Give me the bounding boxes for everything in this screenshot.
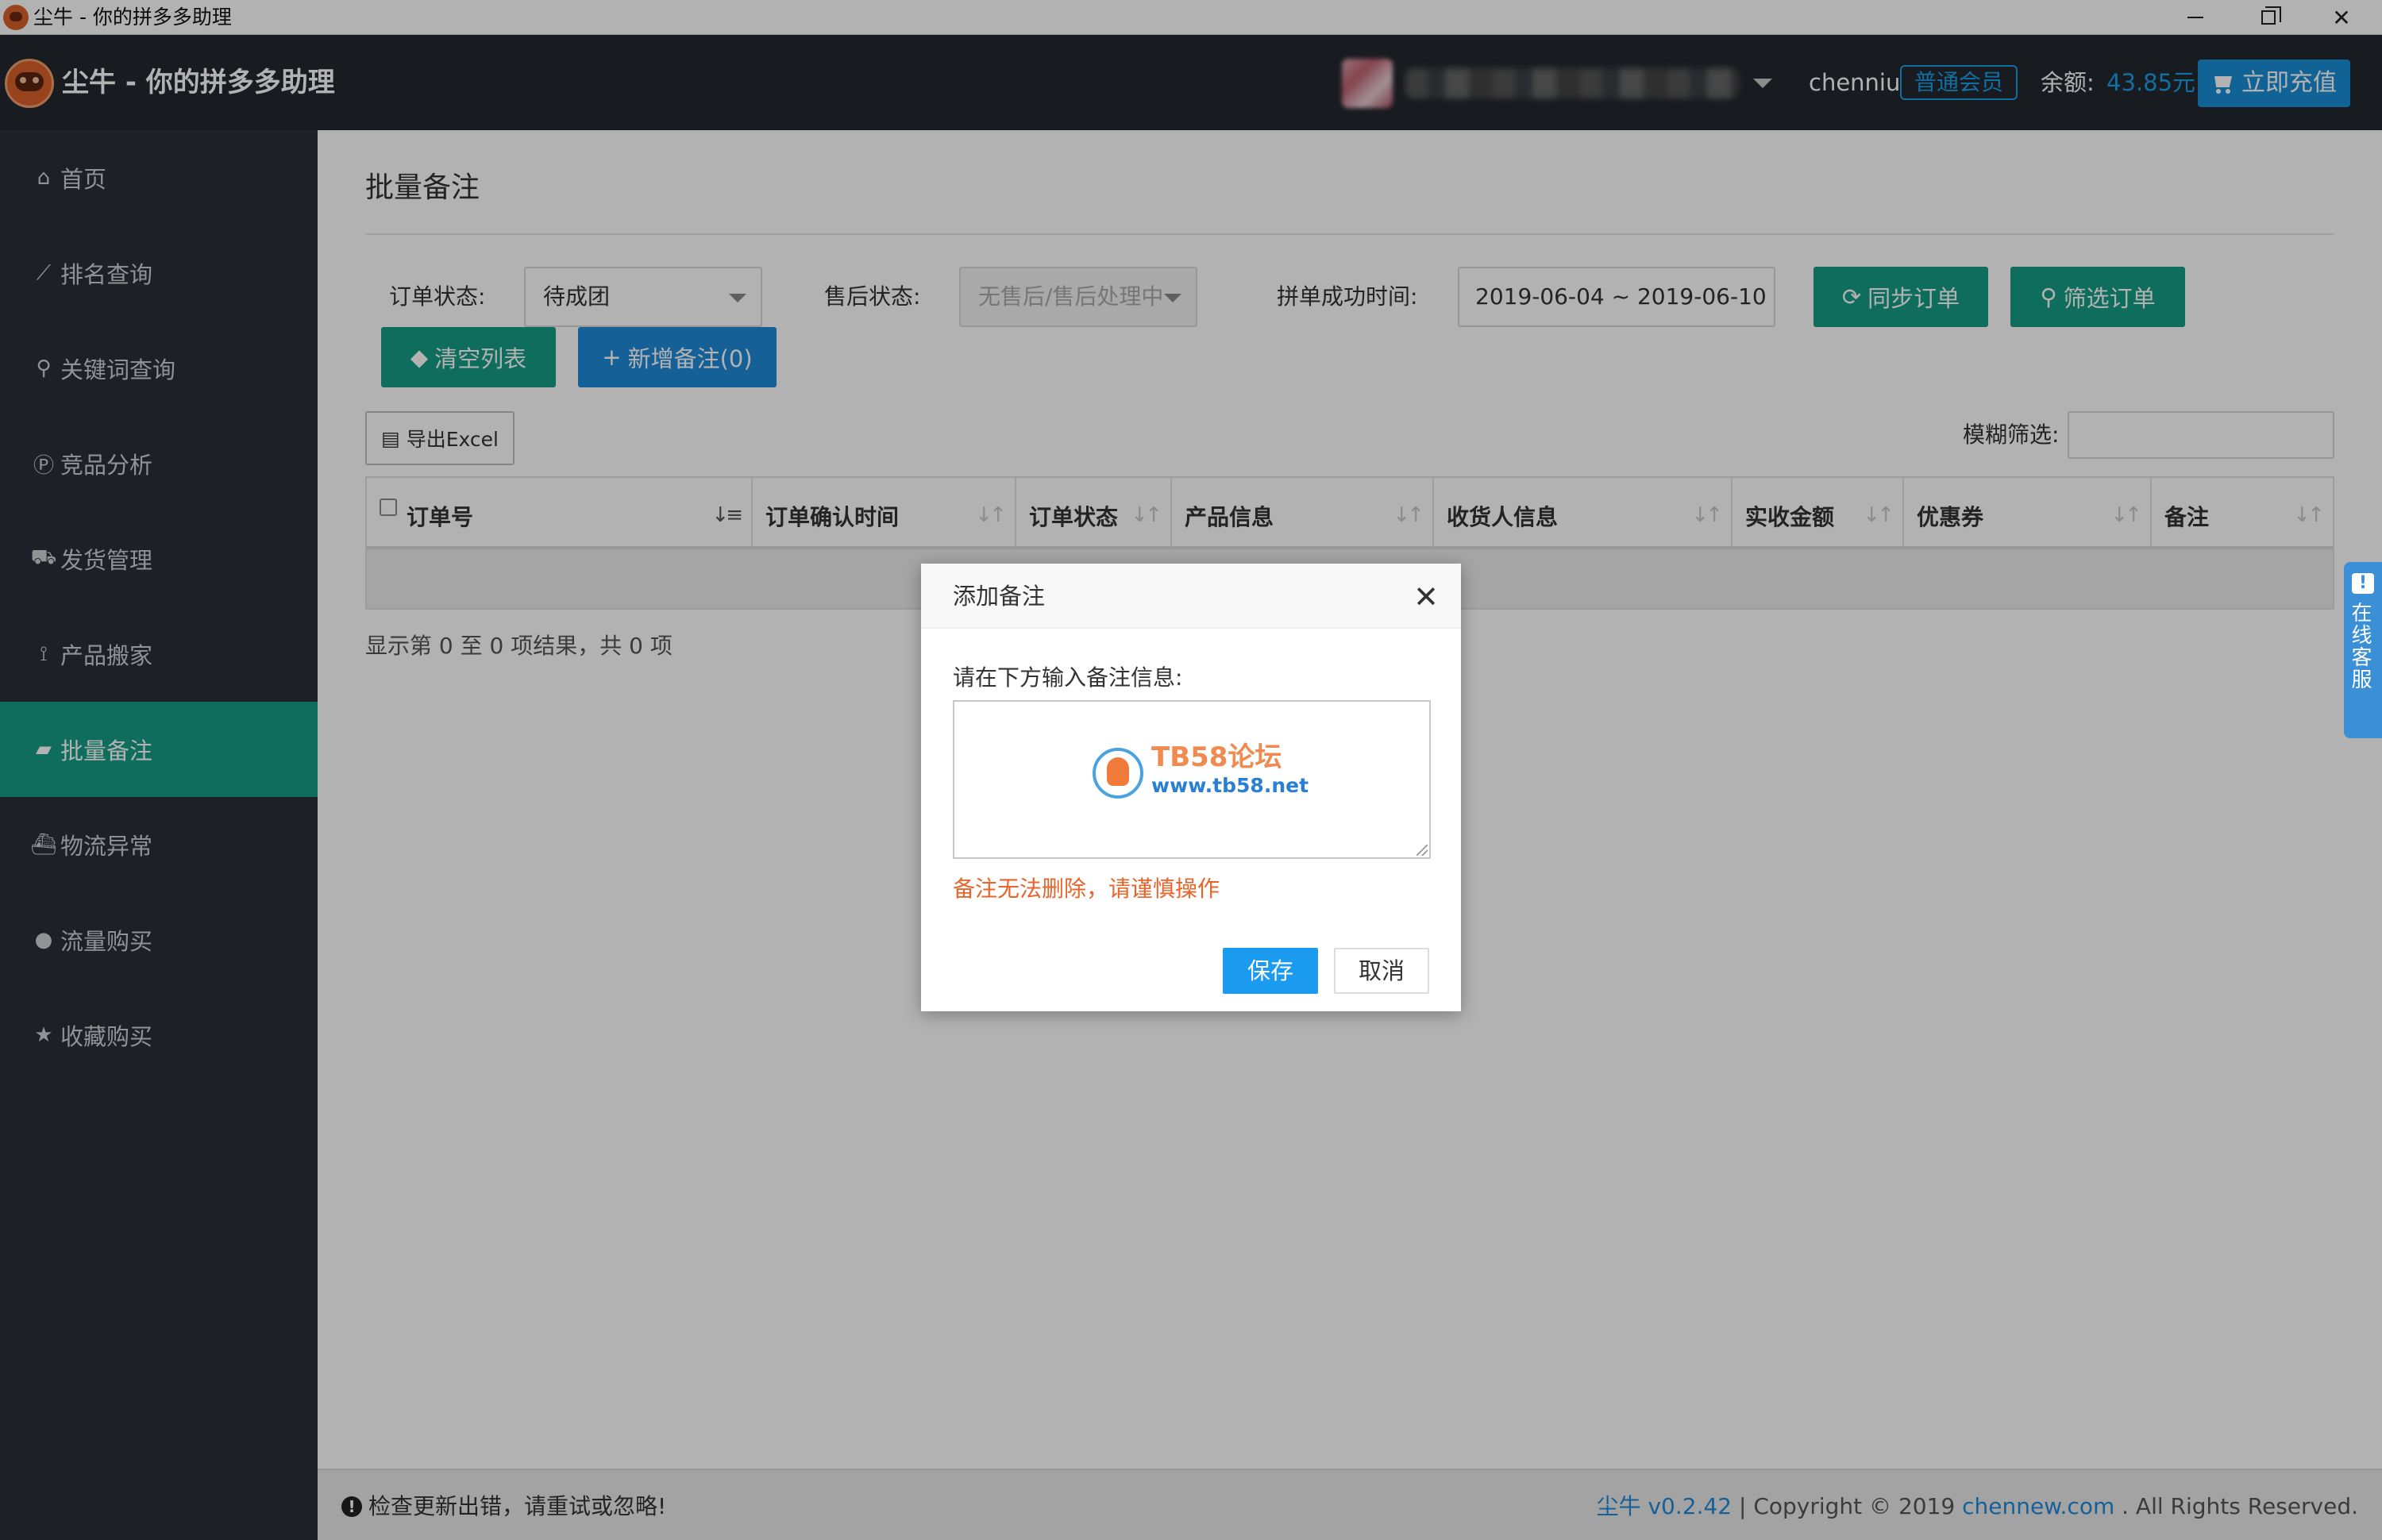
note-textarea[interactable]: TB58论坛 www.tb58.net [953, 700, 1431, 859]
online-support-tab[interactable]: 在线客服 [2344, 562, 2382, 738]
message-icon [2352, 573, 2374, 594]
close-icon[interactable]: ✕ [1410, 581, 1442, 613]
watermark-logo-icon [1093, 748, 1143, 799]
add-note-dialog: 添加备注 ✕ 请在下方输入备注信息: TB58论坛 www.tb58.net 备… [921, 564, 1461, 1011]
dialog-warning: 备注无法删除，请谨慎操作 [953, 876, 1220, 902]
cancel-button[interactable]: 取消 [1334, 948, 1429, 994]
resize-handle-icon[interactable] [1416, 845, 1428, 856]
online-support-label: 在线客服 [2348, 602, 2372, 691]
save-button[interactable]: 保存 [1223, 948, 1318, 994]
watermark-title: TB58论坛 [1151, 741, 1282, 773]
watermark: TB58论坛 www.tb58.net [1093, 740, 1309, 803]
dialog-header: 添加备注 ✕ [921, 564, 1461, 629]
watermark-url: www.tb58.net [1151, 774, 1309, 797]
dialog-prompt: 请在下方输入备注信息: [953, 664, 1183, 691]
dialog-title: 添加备注 [953, 583, 1046, 610]
